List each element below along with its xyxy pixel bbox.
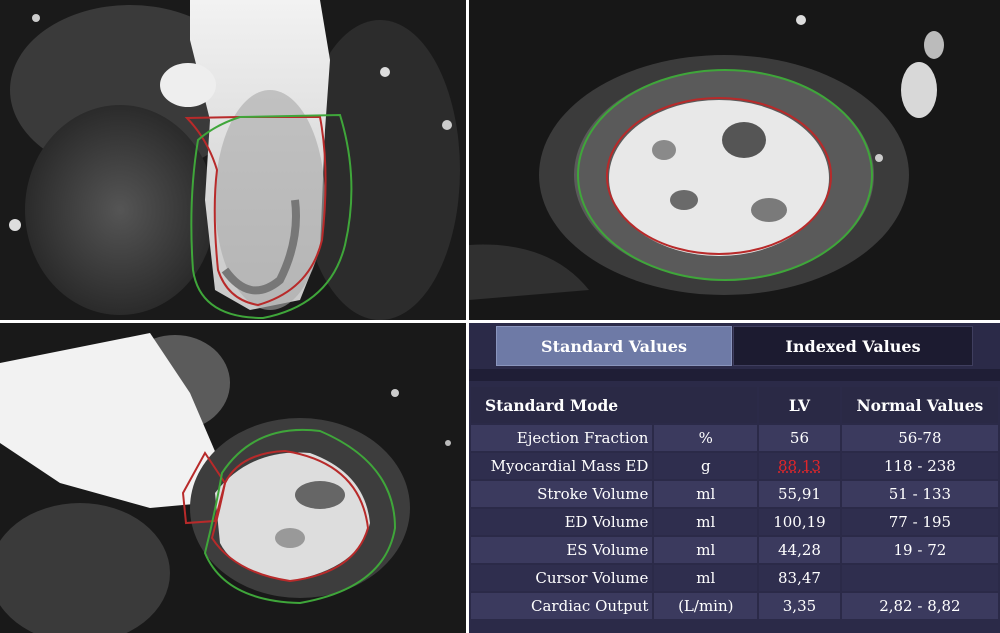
ct-long-axis-viewport[interactable] [0,0,466,320]
row-lv-value: 44,28 [759,537,840,563]
row-normal-range: 2,82 - 8,82 [841,593,998,619]
row-unit: g [654,453,758,479]
header-normal-values: Normal Values [841,387,998,423]
row-normal-range: 56-78 [841,425,998,451]
table-row-cursor-volume: Cursor Volume ml 83,47 [471,565,998,591]
row-normal-range: 77 - 195 [841,509,998,535]
row-lv-value-abnormal: 88,13 [759,453,840,479]
ct-three-chamber-viewport[interactable] [0,323,466,633]
row-normal-range: 51 - 133 [841,481,998,507]
row-lv-value: 55,91 [759,481,840,507]
tab-divider [469,369,1000,381]
row-unit: ml [654,481,758,507]
row-label: Myocardial Mass ED [471,453,653,479]
row-normal-range: 19 - 72 [841,537,998,563]
ct-short-axis-image [469,0,1000,320]
table-header-row: Standard Mode LV Normal Values [471,387,998,423]
ct-three-chamber-image [0,323,466,633]
row-unit: ml [654,537,758,563]
table-row-ejection-fraction: Ejection Fraction % 56 56-78 [471,425,998,451]
row-label: Stroke Volume [471,481,653,507]
row-unit: ml [654,565,758,591]
row-label: ED Volume [471,509,653,535]
ct-short-axis-viewport[interactable] [469,0,1000,320]
row-label: Cardiac Output [471,593,653,619]
row-lv-value: 100,19 [759,509,840,535]
table-row-ed-volume: ED Volume ml 100,19 77 - 195 [471,509,998,535]
row-normal-range [841,565,998,591]
row-unit: % [654,425,758,451]
row-label: Ejection Fraction [471,425,653,451]
row-lv-value: 83,47 [759,565,840,591]
row-lv-value: 56 [759,425,840,451]
header-lv: LV [759,387,840,423]
row-label: ES Volume [471,537,653,563]
tab-standard-values[interactable]: Standard Values [496,326,732,366]
row-normal-range: 118 - 238 [841,453,998,479]
lv-function-results-panel: Standard Values Indexed Values Standard … [469,323,1000,633]
row-label: Cursor Volume [471,565,653,591]
header-standard-mode: Standard Mode [471,387,758,423]
lv-results-table: Standard Mode LV Normal Values Ejection … [469,385,1000,621]
ct-long-axis-image [0,0,466,320]
table-row-myocardial-mass-ed: Myocardial Mass ED g 88,13 118 - 238 [471,453,998,479]
table-row-es-volume: ES Volume ml 44,28 19 - 72 [471,537,998,563]
table-row-stroke-volume: Stroke Volume ml 55,91 51 - 133 [471,481,998,507]
table-row-cardiac-output: Cardiac Output (L/min) 3,35 2,82 - 8,82 [471,593,998,619]
tab-indexed-values[interactable]: Indexed Values [733,326,973,366]
values-tab-bar: Standard Values Indexed Values [469,323,1000,369]
row-lv-value: 3,35 [759,593,840,619]
row-unit: (L/min) [654,593,758,619]
row-unit: ml [654,509,758,535]
